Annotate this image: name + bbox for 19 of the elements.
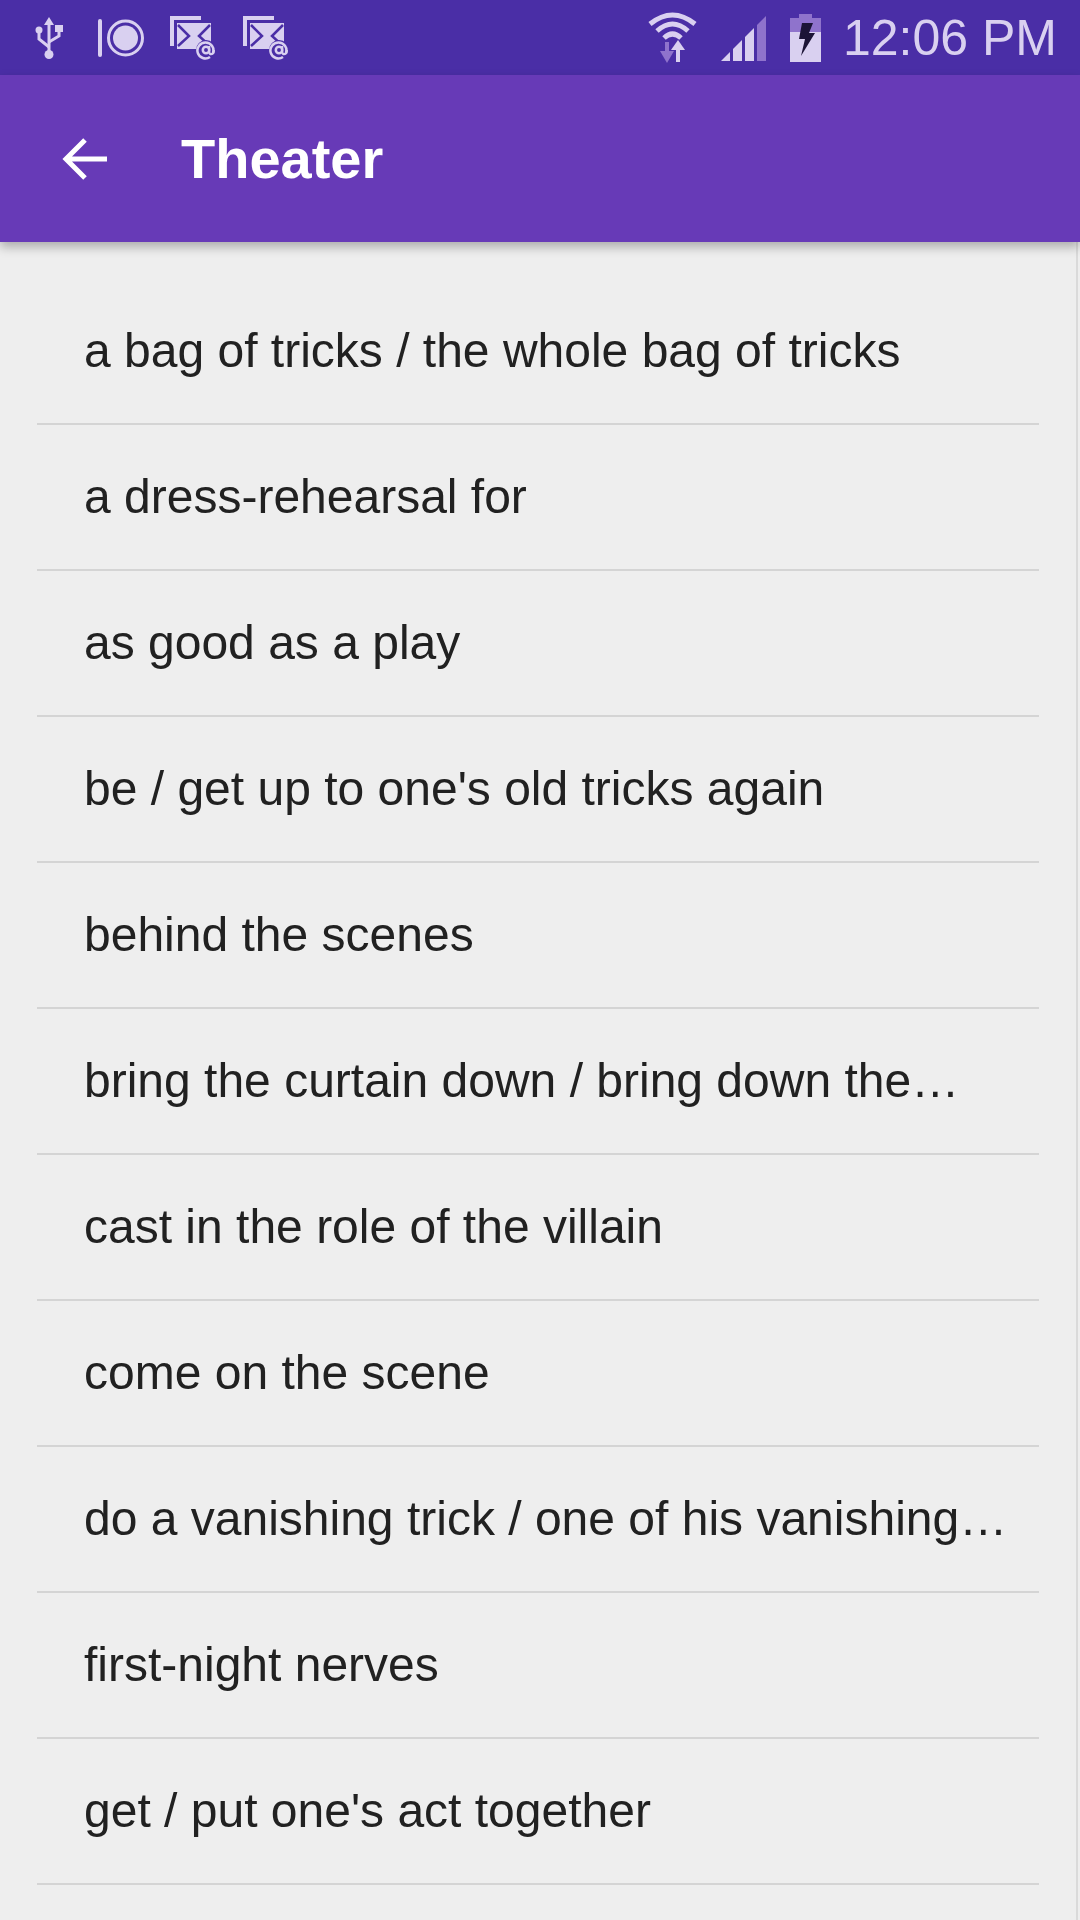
list-item[interactable]: a bag of tricks / the whole bag of tricks	[84, 322, 901, 380]
plate-and-knife-icon	[98, 18, 144, 57]
list-item[interactable]: behind the scenes	[84, 906, 474, 964]
list-item[interactable]: get / put one's act together	[84, 1782, 651, 1840]
list-item[interactable]: cast in the role of the villain	[84, 1198, 663, 1256]
list-item[interactable]: come on the scene	[84, 1344, 490, 1402]
wifi-icon	[647, 11, 698, 64]
usb-icon	[34, 16, 64, 59]
list-item[interactable]: first-night nerves	[84, 1636, 439, 1694]
list-item[interactable]: bring the curtain down / bring down the…	[84, 1052, 960, 1110]
list-item[interactable]: as good as a play	[84, 614, 461, 672]
email-at-icon	[242, 15, 290, 60]
screen-title: Theater	[181, 125, 384, 192]
list-item[interactable]: do a vanishing trick / one of his vanishing…	[84, 1490, 1008, 1548]
battery-charging-icon	[790, 13, 821, 62]
status-time: 12:06 PM	[843, 12, 1057, 63]
list-item[interactable]: a dress-rehearsal for	[84, 468, 527, 526]
list-item[interactable]: be / get up to one's old tricks again	[84, 760, 825, 818]
email-at-icon	[169, 15, 217, 60]
